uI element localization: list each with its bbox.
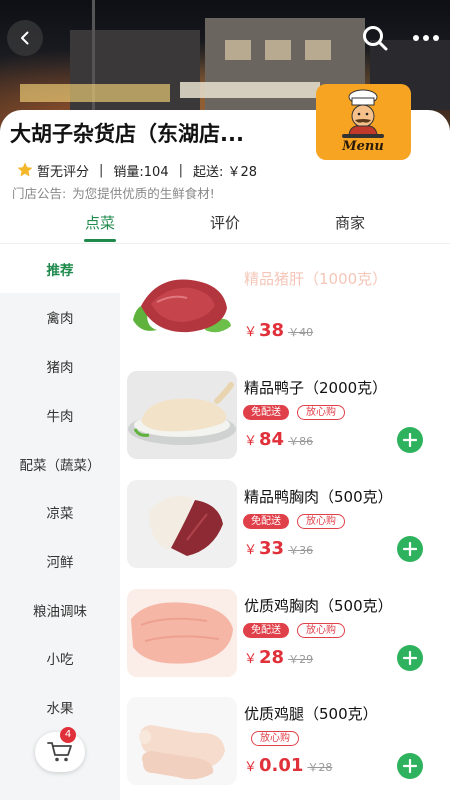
svg-text:Menu: Menu xyxy=(341,139,384,154)
product-item[interactable]: 优质鸡腿（500克） 放心购 ￥ 0.01 ￥28 xyxy=(120,697,450,797)
product-image xyxy=(127,697,237,785)
search-icon xyxy=(363,26,388,51)
product-name: 优质鸡胸肉（500克） xyxy=(244,597,393,615)
sidebar-item-recommended[interactable]: 推荐 xyxy=(0,245,120,293)
notice-text: 为您提供优质的生鲜食材! xyxy=(72,186,215,201)
product-image xyxy=(127,262,237,350)
currency-symbol: ￥ xyxy=(244,543,258,558)
product-price: ￥ 84 ￥86 xyxy=(244,429,313,450)
star-icon xyxy=(17,162,33,177)
cart-count-badge: 4 xyxy=(60,727,76,743)
original-price: ￥28 xyxy=(307,761,333,774)
pork-liver-image xyxy=(127,262,237,350)
product-badges: 免配送 放心购 xyxy=(243,514,345,529)
safe-buy-badge: 放心购 xyxy=(297,405,345,420)
product-item[interactable]: 精品猪肝（1000克） ￥ 38 ￥40 xyxy=(120,262,450,362)
currency-symbol: ￥ xyxy=(244,760,258,775)
rating-text: 暂无评分 xyxy=(37,164,90,180)
sidebar-item-grain-oil[interactable]: 粮油调味 xyxy=(0,586,120,634)
duck-breast-image xyxy=(127,480,237,568)
more-button[interactable] xyxy=(408,20,444,56)
tab-active-indicator xyxy=(84,239,116,242)
product-price: ￥ 38 ￥40 xyxy=(244,320,313,341)
plus-icon xyxy=(403,542,417,556)
category-sidebar: 推荐 禽肉 猪肉 牛肉 配菜（蔬菜） 凉菜 河鲜 粮油调味 小吃 水果 xyxy=(0,245,120,800)
stats-divider: | xyxy=(178,162,183,178)
free-delivery-badge: 免配送 xyxy=(243,514,289,529)
tab-reviews[interactable]: 评价 xyxy=(185,212,265,233)
add-to-cart-button[interactable] xyxy=(397,536,423,562)
add-to-cart-button[interactable] xyxy=(397,427,423,453)
product-price: ￥ 28 ￥29 xyxy=(244,647,313,668)
product-item[interactable]: 优质鸡胸肉（500克） 免配送 放心购 ￥ 28 ￥29 xyxy=(120,589,450,689)
sidebar-item-snacks[interactable]: 小吃 xyxy=(0,634,120,682)
safe-buy-badge: 放心购 xyxy=(297,623,345,638)
original-price: ￥36 xyxy=(288,544,314,557)
add-to-cart-button[interactable] xyxy=(397,645,423,671)
store-logo: Menu xyxy=(316,84,411,160)
more-dots-icon xyxy=(413,35,439,41)
search-button[interactable] xyxy=(357,20,393,56)
tab-merchant[interactable]: 商家 xyxy=(310,212,390,233)
sidebar-item-pork[interactable]: 猪肉 xyxy=(0,342,120,390)
min-order: 起送: ￥28 xyxy=(193,164,258,180)
store-notice: 门店公告: 为您提供优质的生鲜食材! xyxy=(12,183,215,202)
free-delivery-badge: 免配送 xyxy=(243,405,289,420)
currency-symbol: ￥ xyxy=(244,325,258,340)
tab-bar: 点菜 评价 商家 xyxy=(0,210,450,244)
currency-symbol: ￥ xyxy=(244,434,258,449)
sidebar-item-vegetables[interactable]: 配菜（蔬菜） xyxy=(0,440,120,488)
product-name: 精品猪肝（1000克） xyxy=(244,270,388,288)
product-badges: 免配送 放心购 xyxy=(243,623,345,638)
product-badges: 放心购 xyxy=(251,731,299,746)
price-value: 28 xyxy=(259,647,285,668)
plus-icon xyxy=(403,759,417,773)
store-stats: 暂无评分 | 销量:104 | 起送: ￥28 xyxy=(16,160,257,180)
store-name: 大胡子杂货店（东湖店... xyxy=(10,122,244,146)
product-image xyxy=(127,589,237,677)
product-badges: 免配送 放心购 xyxy=(243,405,345,420)
product-price: ￥ 0.01 ￥28 xyxy=(244,755,332,776)
plus-icon xyxy=(403,433,417,447)
sidebar-item-cold-dishes[interactable]: 凉菜 xyxy=(0,488,120,536)
price-value: 38 xyxy=(259,320,285,341)
product-price: ￥ 33 ￥36 xyxy=(244,538,313,559)
notice-label: 门店公告: xyxy=(12,186,67,201)
whole-duck-image xyxy=(127,371,237,459)
product-item[interactable]: 精品鸭胸肉（500克） 免配送 放心购 ￥ 33 ￥36 xyxy=(120,480,450,580)
sidebar-item-river-fresh[interactable]: 河鲜 xyxy=(0,537,120,585)
sales-count: 销量:104 xyxy=(113,164,169,180)
sidebar-item-poultry[interactable]: 禽肉 xyxy=(0,293,120,341)
original-price: ￥29 xyxy=(288,653,314,666)
product-image xyxy=(127,480,237,568)
chicken-breast-image xyxy=(127,589,237,677)
product-image xyxy=(127,371,237,459)
stats-divider: | xyxy=(99,162,104,178)
original-price: ￥86 xyxy=(288,435,314,448)
sidebar-item-beef[interactable]: 牛肉 xyxy=(0,391,120,439)
sidebar-item-fruit[interactable]: 水果 xyxy=(0,683,120,731)
chevron-left-icon xyxy=(21,31,29,45)
product-item[interactable]: 精品鸭子（2000克） 免配送 放心购 ￥ 84 ￥86 xyxy=(120,371,450,471)
shopping-cart-icon xyxy=(47,742,72,762)
free-delivery-badge: 免配送 xyxy=(243,623,289,638)
safe-buy-badge: 放心购 xyxy=(297,514,345,529)
price-value: 84 xyxy=(259,429,285,450)
currency-symbol: ￥ xyxy=(244,652,258,667)
price-value: 0.01 xyxy=(259,755,304,776)
chicken-leg-image xyxy=(127,697,237,785)
product-name: 精品鸭子（2000克） xyxy=(244,379,388,397)
cart-button[interactable]: 4 xyxy=(35,727,85,772)
tab-order[interactable]: 点菜 xyxy=(60,212,140,233)
add-to-cart-button[interactable] xyxy=(397,753,423,779)
safe-buy-badge: 放心购 xyxy=(251,731,299,746)
original-price: ￥40 xyxy=(288,326,314,339)
price-value: 33 xyxy=(259,538,285,559)
product-name: 精品鸭胸肉（500克） xyxy=(244,488,393,506)
chef-logo-icon: Menu xyxy=(341,89,384,154)
plus-icon xyxy=(403,651,417,665)
back-button[interactable] xyxy=(7,20,43,56)
product-name: 优质鸡腿（500克） xyxy=(244,705,378,723)
